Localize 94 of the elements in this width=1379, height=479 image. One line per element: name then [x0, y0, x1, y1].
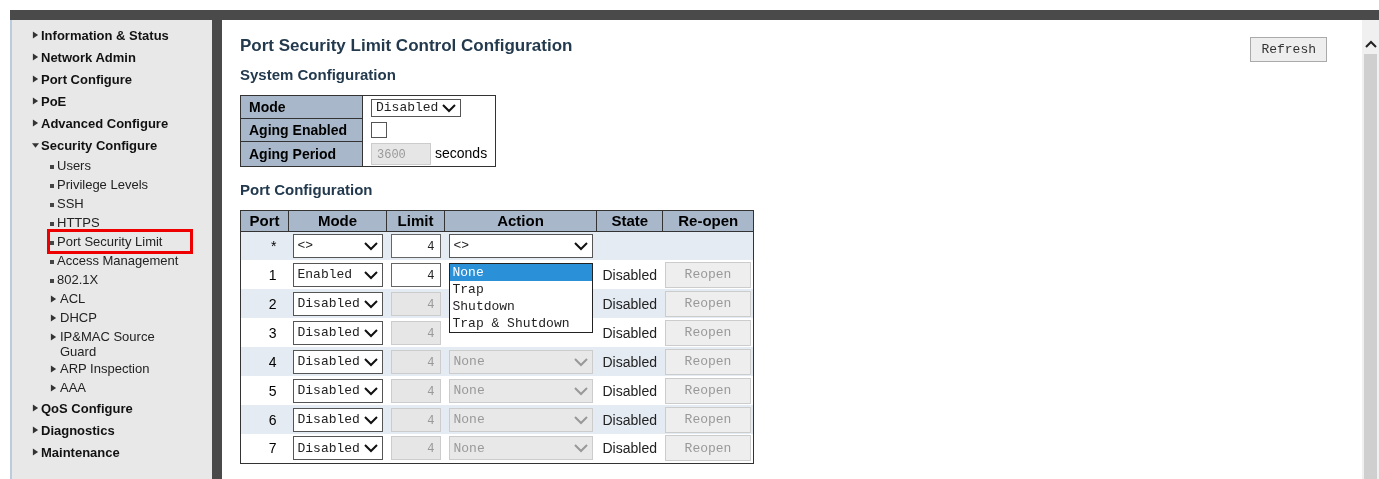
sidebar-item[interactable]: Maintenance: [32, 441, 212, 463]
state-text: Disabled: [602, 266, 657, 283]
sidebar-item[interactable]: QoS Configure: [32, 397, 212, 419]
triangle-right-icon: [50, 295, 57, 303]
bullet-icon: [50, 222, 54, 226]
chevron-down-icon: [363, 269, 378, 280]
dropdown-field[interactable]: <>: [292, 233, 383, 258]
dropdown-field[interactable]: Disabled: [292, 291, 383, 316]
dropdown-field[interactable]: Disabled: [292, 436, 383, 461]
dropdown-field[interactable]: Disabled: [292, 407, 383, 432]
port-number: 2: [268, 295, 277, 312]
refresh-button[interactable]: Refresh: [1250, 37, 1327, 62]
sidebar-item[interactable]: Port Configure: [32, 68, 212, 90]
port-number: 6: [268, 411, 277, 428]
chevron-down-icon: [363, 385, 378, 396]
chevron-down-icon: [573, 356, 588, 367]
chevron-down-icon: [573, 414, 588, 425]
column-header: Re-open: [663, 210, 754, 231]
column-header: State: [596, 210, 663, 231]
sidebar-item[interactable]: Access Management: [50, 251, 190, 270]
port-number: 4: [268, 353, 277, 370]
column-header: Port: [240, 210, 289, 231]
dropdown-option[interactable]: Trap: [449, 281, 592, 298]
state-text: Disabled: [602, 411, 657, 428]
chevron-down-icon: [363, 414, 378, 425]
state-text: Disabled: [602, 440, 657, 457]
unit-label: seconds: [435, 144, 488, 161]
input-field[interactable]: 4: [390, 233, 441, 258]
state-text: Disabled: [602, 353, 657, 370]
sidebar-item[interactable]: DHCP: [50, 308, 190, 327]
sidebar-item[interactable]: 802.1X: [50, 270, 190, 289]
sidebar-item[interactable]: Network Admin: [32, 46, 212, 68]
sidebar-item[interactable]: PoE: [32, 90, 212, 112]
port-number: 1: [268, 266, 277, 283]
port-number: 7: [268, 440, 277, 457]
sidebar-item[interactable]: Security Configure: [32, 134, 212, 156]
dropdown-field[interactable]: Disabled: [292, 320, 383, 345]
triangle-right-icon: [50, 365, 57, 373]
row-header: Mode: [240, 95, 363, 119]
chevron-down-icon: [363, 298, 378, 309]
chevron-up-icon: [1364, 40, 1377, 48]
sidebar-item[interactable]: AAA: [50, 378, 190, 397]
chevron-down-icon: [363, 356, 378, 367]
sidebar-item[interactable]: ACL: [50, 289, 190, 308]
chevron-down-icon: [442, 102, 457, 113]
triangle-right-icon: [50, 384, 57, 392]
section-title: System Configuration: [240, 66, 397, 83]
sidebar-item[interactable]: Port Security Limit: [50, 232, 190, 251]
state-text: Disabled: [602, 382, 657, 399]
state-text: Disabled: [602, 295, 657, 312]
chevron-down-icon: [573, 443, 588, 454]
column-header: Limit: [386, 210, 445, 231]
chevron-down-icon: [363, 327, 378, 338]
column-header: Action: [444, 210, 597, 231]
sidebar-item[interactable]: SSH: [50, 194, 190, 213]
chevron-down-icon: [573, 385, 588, 396]
sidebar-item[interactable]: HTTPS: [50, 213, 190, 232]
dropdown-field[interactable]: <>: [448, 233, 593, 258]
input-field[interactable]: 4: [390, 262, 441, 287]
chevron-down-icon: [363, 443, 378, 454]
port-number: 5: [268, 382, 277, 399]
dropdown-field[interactable]: Disabled: [371, 98, 462, 117]
dropdown-field[interactable]: Enabled: [292, 262, 383, 287]
dropdown-field[interactable]: Disabled: [292, 378, 383, 403]
dropdown-option[interactable]: Trap & Shutdown: [449, 315, 592, 332]
checkbox[interactable]: [371, 122, 387, 138]
row-header: Aging Enabled: [240, 118, 363, 142]
row-header: Aging Period: [240, 141, 363, 166]
port-number: 3: [268, 324, 277, 341]
sidebar-item[interactable]: Privilege Levels: [50, 175, 190, 194]
dropdown-option[interactable]: Shutdown: [449, 298, 592, 315]
bullet-icon: [50, 165, 54, 169]
port-number: *: [271, 237, 277, 254]
column-header: Mode: [288, 210, 387, 231]
triangle-right-icon: [50, 333, 57, 341]
sidebar-item[interactable]: IP&MAC Source Guard: [50, 327, 190, 359]
sidebar-item[interactable]: ARP Inspection: [50, 359, 190, 378]
sidebar-item[interactable]: Diagnostics: [32, 419, 212, 441]
bullet-icon: [50, 203, 54, 207]
section-title: Port Configuration: [240, 180, 374, 198]
sidebar-item[interactable]: Users: [50, 156, 190, 175]
chevron-down-icon: [573, 240, 588, 251]
page-title: Port Security Limit Control Configuration: [240, 36, 573, 56]
sidebar-item[interactable]: Advanced Configure: [32, 112, 212, 134]
sidebar-item[interactable]: Information & Status: [32, 24, 212, 46]
dropdown-field[interactable]: Disabled: [292, 349, 383, 374]
state-text: Disabled: [602, 324, 657, 341]
bullet-icon: [50, 184, 54, 188]
scrollbar[interactable]: [1362, 20, 1379, 479]
triangle-right-icon: [50, 314, 57, 322]
chevron-down-icon: [363, 240, 378, 251]
bullet-icon: [50, 241, 54, 245]
bullet-icon: [50, 260, 54, 264]
bullet-icon: [50, 279, 54, 283]
